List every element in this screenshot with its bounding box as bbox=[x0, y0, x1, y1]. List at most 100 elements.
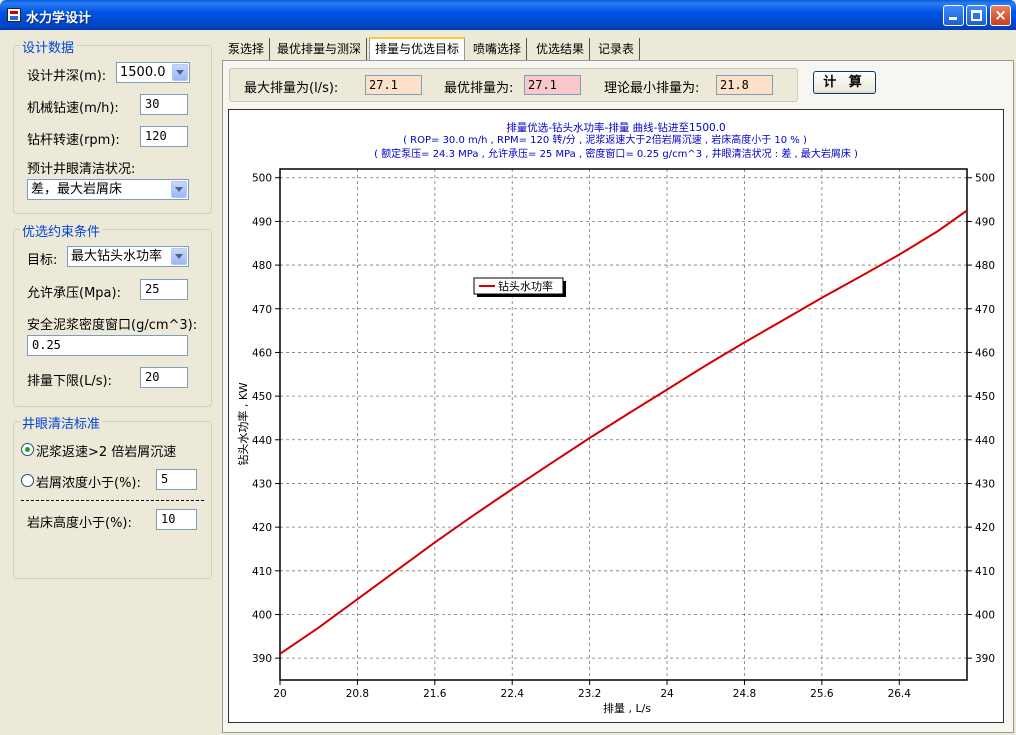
flow-min-input[interactable]: 20 bbox=[140, 367, 188, 388]
chart-series bbox=[279, 209, 968, 655]
calculate-button[interactable]: 计 算 bbox=[813, 71, 876, 94]
depth-value: 1500.0 bbox=[120, 65, 166, 80]
chevron-down-icon[interactable] bbox=[171, 248, 187, 265]
y-tick-label-left: 440 bbox=[252, 435, 272, 447]
hole-clean-select[interactable]: 差，最大岩屑床 bbox=[27, 179, 189, 200]
hole-clean-label: 预计井眼清洁状况: bbox=[27, 162, 136, 177]
x-tick-label: 21.6 bbox=[423, 688, 447, 700]
y-tick-label-right: 410 bbox=[975, 566, 995, 578]
design-data-group: 设计数据 设计井深(m): 1500.0 机械钻速(m/h): 30 钻杆转速(… bbox=[13, 37, 212, 214]
optimal-flow-label: 最优排量为: bbox=[444, 81, 514, 96]
y-tick-label-left: 500 bbox=[252, 173, 272, 185]
flow-min-label: 排量下限(L/s): bbox=[27, 374, 112, 389]
cuttings-concentration-input[interactable]: 5 bbox=[156, 469, 197, 490]
y-tick-label-right: 490 bbox=[975, 216, 995, 228]
hole-clean-value: 差，最大岩屑床 bbox=[31, 182, 123, 197]
depth-select[interactable]: 1500.0 bbox=[116, 62, 190, 83]
x-tick-label: 25.6 bbox=[810, 688, 834, 700]
rpm-label: 钻杆转速(rpm): bbox=[27, 133, 120, 148]
y-tick-label-right: 500 bbox=[975, 173, 995, 185]
tab-nozzle-selection[interactable]: 喷嘴选择 bbox=[468, 38, 528, 60]
depth-label: 设计井深(m): bbox=[27, 69, 107, 84]
chevron-down-icon[interactable] bbox=[172, 64, 188, 81]
chart-title: 排量优选-钻头水功率-排量 曲线-钻进至1500.0 bbox=[506, 121, 725, 134]
divider bbox=[21, 500, 204, 501]
y-tick-label-left: 460 bbox=[252, 347, 272, 359]
y-tick-label-right: 420 bbox=[975, 522, 995, 534]
cuttings-velocity-radio[interactable] bbox=[21, 443, 34, 456]
cleaning-group: 井眼清洁标准 泥浆返速>2 倍岩屑沉速 岩屑浓度小于(%): 5 岩床高度小于(… bbox=[13, 413, 212, 579]
rpm-input[interactable]: 120 bbox=[140, 126, 188, 147]
title-bar: 水力学设计 × bbox=[0, 0, 1016, 30]
x-tick-label: 22.4 bbox=[501, 688, 525, 700]
x-tick-label: 24.8 bbox=[733, 688, 756, 700]
design-data-legend: 设计数据 bbox=[20, 37, 77, 56]
x-tick-label: 24 bbox=[660, 688, 674, 700]
y-tick-label-left: 410 bbox=[252, 566, 272, 578]
max-flow-value: 27.1 bbox=[365, 75, 422, 95]
bed-height-input[interactable]: 10 bbox=[156, 509, 197, 530]
y-tick-label-left: 430 bbox=[252, 478, 272, 490]
minimize-icon bbox=[949, 17, 957, 20]
results-panel: 最大排量为(l/s): 27.1 最优排量为: 27.1 理论最小排量为: 21… bbox=[229, 68, 798, 102]
y-axis-label: 钻头水功率 , KW bbox=[236, 382, 250, 465]
y-tick-label-left: 450 bbox=[252, 391, 272, 403]
left-panel: 设计数据 设计井深(m): 1500.0 机械钻速(m/h): 30 钻杆转速(… bbox=[0, 30, 221, 735]
target-label: 目标: bbox=[27, 253, 58, 268]
chart-subtitle-2: ( 额定泵压= 24.3 MPa , 允许承压= 25 MPa , 密度窗口= … bbox=[374, 147, 858, 160]
series-line bbox=[279, 209, 968, 655]
cleaning-legend: 井眼清洁标准 bbox=[20, 413, 103, 432]
maximize-button[interactable] bbox=[966, 5, 987, 26]
close-icon: × bbox=[994, 6, 1007, 24]
x-tick-label: 20.8 bbox=[346, 688, 369, 700]
constraints-group: 优选约束条件 目标: 最大钻头水功率 允许承压(Mpa): 25 安全泥浆密度窗… bbox=[13, 221, 212, 407]
constraints-legend: 优选约束条件 bbox=[20, 221, 103, 240]
tab-flow-target[interactable]: 排量与优选目标 bbox=[369, 37, 466, 60]
chart-svg: 排量优选-钻头水功率-排量 曲线-钻进至1500.0 ( ROP= 30.0 m… bbox=[236, 121, 995, 715]
cuttings-velocity-label[interactable]: 泥浆返速>2 倍岩屑沉速 bbox=[36, 441, 176, 460]
app-icon bbox=[7, 8, 21, 22]
cuttings-concentration-radio[interactable] bbox=[21, 474, 34, 487]
y-tick-label-left: 490 bbox=[252, 216, 272, 228]
target-select[interactable]: 最大钻头水功率 bbox=[67, 246, 189, 267]
min-flow-label: 理论最小排量为: bbox=[604, 81, 700, 96]
x-tick-label: 20 bbox=[273, 688, 286, 700]
tab-optimization-results[interactable]: 优选结果 bbox=[531, 38, 591, 60]
x-tick-label: 23.2 bbox=[578, 688, 601, 700]
maximize-icon bbox=[971, 10, 982, 21]
legend-label: 钻头水功率 bbox=[498, 279, 553, 293]
tab-record-table[interactable]: 记录表 bbox=[593, 38, 641, 60]
chevron-down-icon[interactable] bbox=[171, 181, 187, 198]
y-tick-label-left: 390 bbox=[252, 653, 272, 665]
y-tick-label-left: 400 bbox=[252, 609, 272, 621]
bed-height-label: 岩床高度小于(%): bbox=[27, 516, 132, 531]
y-tick-label-right: 400 bbox=[975, 609, 995, 621]
density-window-input[interactable]: 0.25 bbox=[27, 335, 188, 356]
max-flow-label: 最大排量为(l/s): bbox=[244, 81, 339, 96]
y-tick-label-right: 430 bbox=[975, 478, 995, 490]
rop-input[interactable]: 30 bbox=[140, 94, 188, 115]
pressure-label: 允许承压(Mpa): bbox=[27, 286, 121, 301]
chart-subtitle-1: ( ROP= 30.0 m/h , RPM= 120 转/分 , 泥浆返速大于2… bbox=[403, 133, 807, 146]
y-tick-label-right: 470 bbox=[975, 304, 995, 316]
chart-legend: 钻头水功率 bbox=[473, 277, 566, 297]
close-button[interactable]: × bbox=[990, 5, 1011, 26]
pressure-input[interactable]: 25 bbox=[140, 279, 188, 300]
tab-pump-selection[interactable]: 泵选择 bbox=[223, 38, 271, 60]
x-tick-label: 26.4 bbox=[888, 688, 912, 700]
y-tick-label-right: 440 bbox=[975, 435, 995, 447]
cuttings-concentration-label[interactable]: 岩屑浓度小于(%): bbox=[36, 472, 141, 491]
min-flow-value: 21.8 bbox=[716, 75, 773, 95]
rop-label: 机械钻速(m/h): bbox=[27, 101, 119, 116]
y-tick-label-right: 450 bbox=[975, 391, 995, 403]
x-axis-label: 排量 , L/s bbox=[603, 701, 651, 715]
target-value: 最大钻头水功率 bbox=[71, 249, 163, 264]
chart-ticks: 20 20.8 21.6 22.4 23.2 24 24.8 25.6 26.4 390 390 40… bbox=[252, 173, 995, 700]
tab-optimal-flow-depth[interactable]: 最优排量与测深 bbox=[272, 38, 368, 60]
chart-area: 排量优选-钻头水功率-排量 曲线-钻进至1500.0 ( ROP= 30.0 m… bbox=[228, 109, 1004, 723]
minimize-button[interactable] bbox=[943, 5, 964, 26]
plot-frame bbox=[279, 168, 968, 681]
y-tick-label-right: 390 bbox=[975, 653, 995, 665]
optimal-flow-value: 27.1 bbox=[524, 75, 581, 95]
chart-grid bbox=[280, 169, 967, 680]
